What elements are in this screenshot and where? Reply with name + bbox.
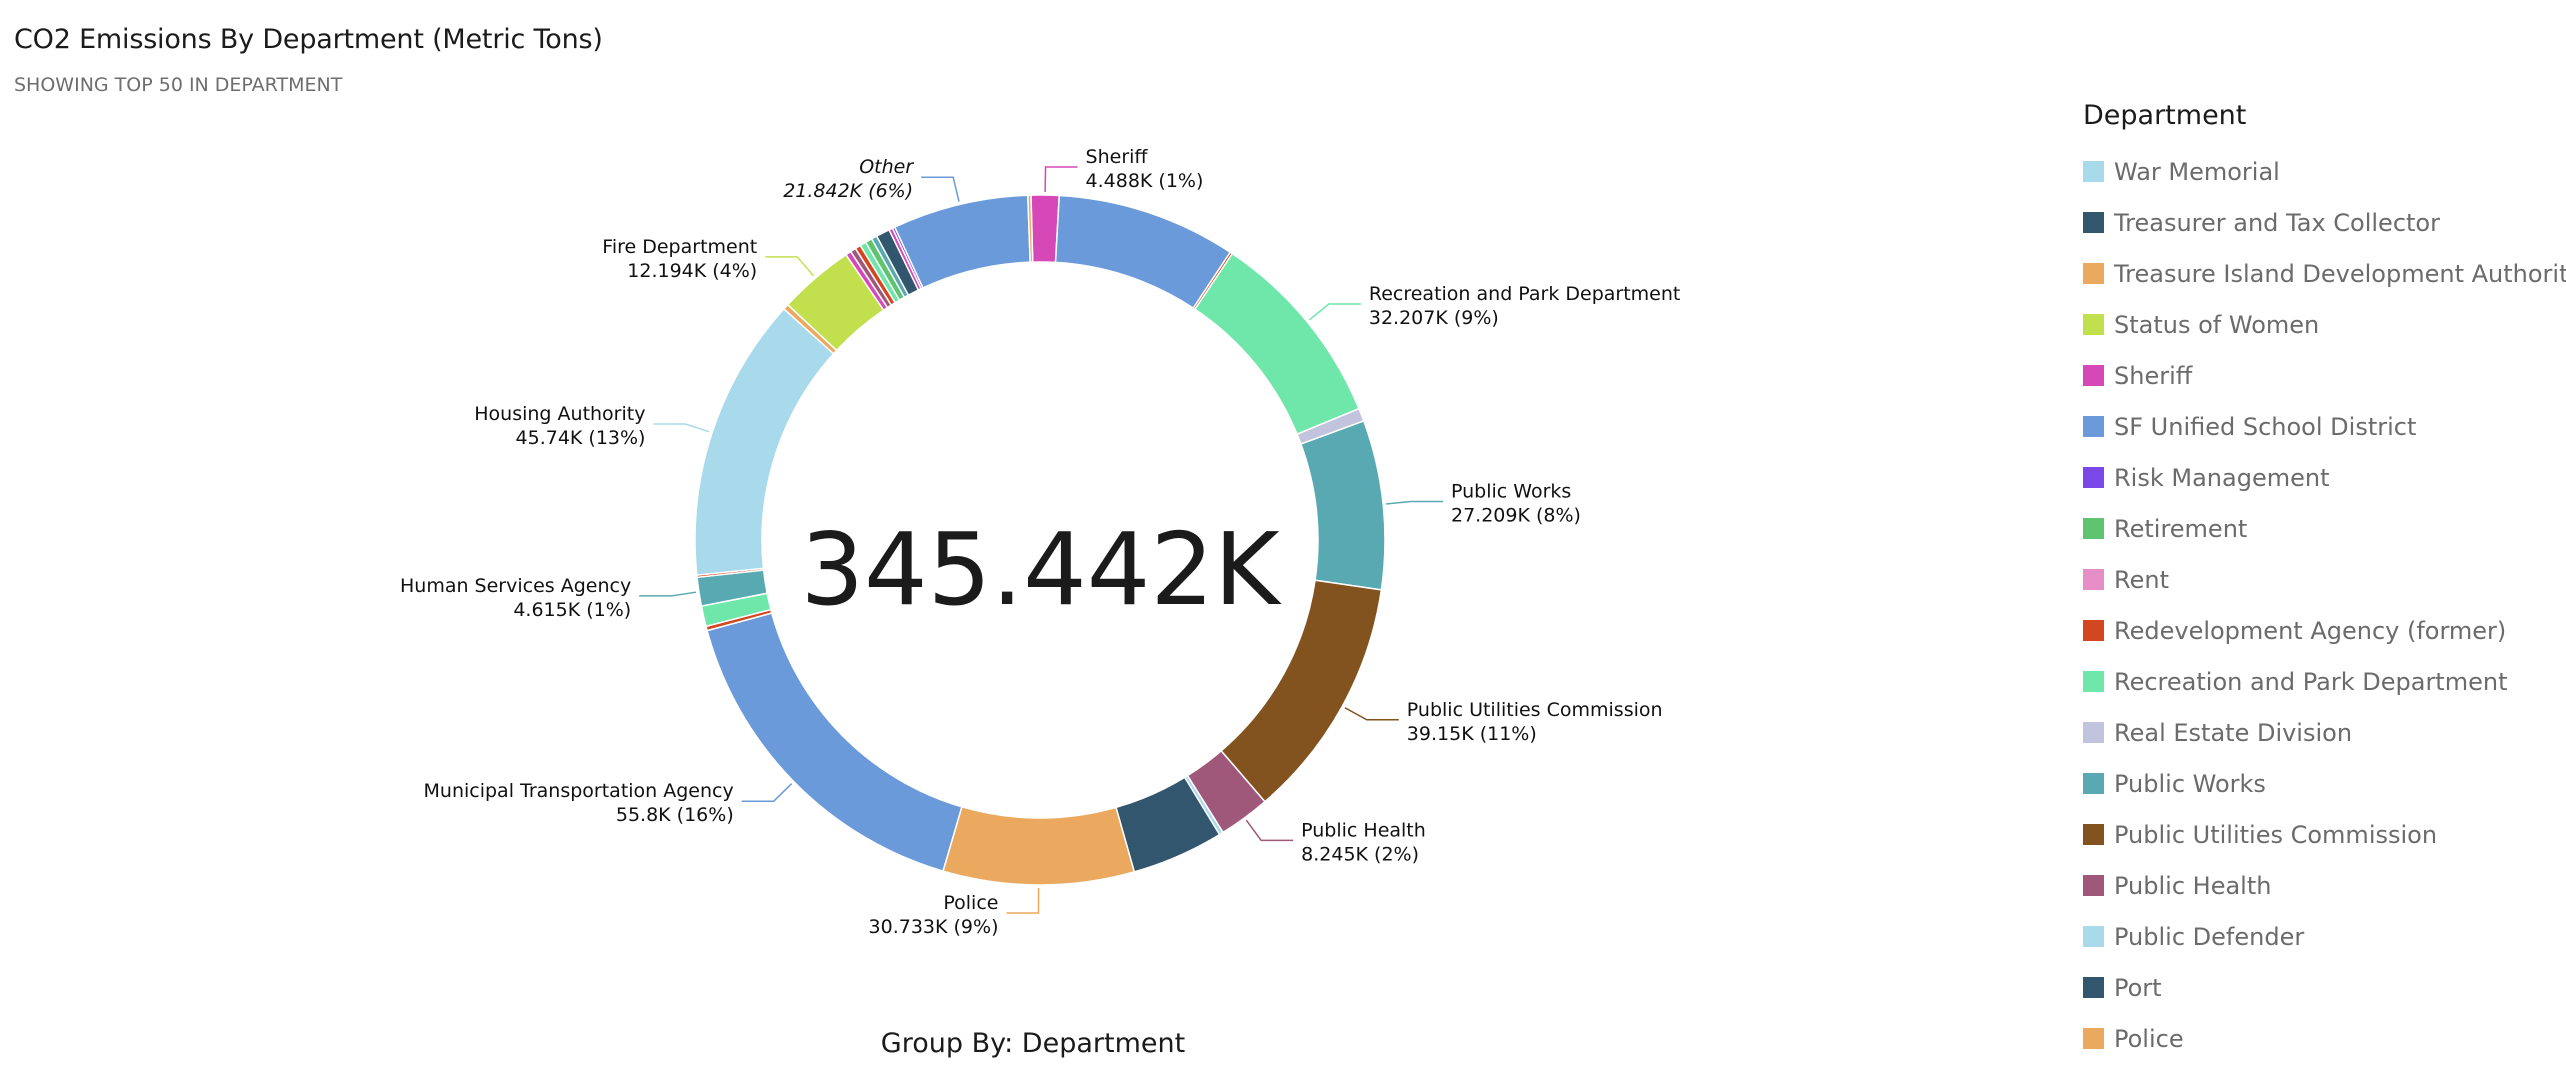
legend-label: Public Defender	[2114, 922, 2305, 951]
label-municipal-transportation-agency: Municipal Transportation Agency	[424, 780, 734, 802]
legend-label: Recreation and Park Department	[2114, 667, 2508, 696]
leader-public-works	[1386, 500, 1444, 505]
legend-item-risk-management[interactable]: Risk Management	[2083, 452, 2566, 503]
legend-item-recreation-and-park-department[interactable]: Recreation and Park Department	[2083, 656, 2566, 707]
value-label-municipal-transportation-agency: 55.8K (16%)	[616, 804, 734, 826]
label-recreation-and-park-department: Recreation and Park Department	[1369, 283, 1681, 305]
slice-police[interactable]	[942, 805, 1136, 886]
value-label-public-health: 8.245K (2%)	[1301, 843, 1419, 865]
label-police: Police	[943, 892, 998, 914]
value-label-public-utilities-commission: 39.15K (11%)	[1407, 723, 1537, 745]
value-label-fire-department: 12.194K (4%)	[627, 260, 757, 282]
legend-swatch	[2083, 416, 2104, 437]
legend-swatch	[2083, 467, 2104, 488]
legend-swatch	[2083, 212, 2104, 233]
legend-label: Risk Management	[2114, 463, 2330, 492]
legend-items: War Memorial Treasurer and Tax Collector T…	[2083, 146, 2566, 1064]
legend-item-public-defender[interactable]: Public Defender	[2083, 911, 2566, 962]
legend-swatch	[2083, 518, 2104, 539]
legend-item-port[interactable]: Port	[2083, 962, 2566, 1013]
leader-public-health	[1245, 819, 1294, 842]
legend-swatch	[2083, 1028, 2104, 1049]
legend-label: Public Works	[2114, 769, 2266, 798]
legend-swatch	[2083, 365, 2104, 386]
legend-title: Department	[2083, 100, 2247, 131]
legend-swatch	[2083, 824, 2104, 845]
slice-sheriff[interactable]	[1030, 194, 1061, 264]
leader-other	[921, 176, 960, 202]
legend-label: Redevelopment Agency (former)	[2114, 616, 2507, 645]
legend-label: Sheriff	[2114, 361, 2193, 390]
slice-municipal-transportation-agency[interactable]	[706, 612, 963, 873]
legend-item-redevelopment-agency-former[interactable]: Redevelopment Agency (former)	[2083, 605, 2566, 656]
legend-item-real-estate-division[interactable]: Real Estate Division	[2083, 707, 2566, 758]
legend-label: Rent	[2114, 565, 2169, 594]
leader-sheriff	[1044, 166, 1078, 193]
legend-label: Retirement	[2114, 514, 2248, 543]
label-public-utilities-commission: Public Utilities Commission	[1407, 699, 1663, 721]
label-housing-authority: Housing Authority	[474, 403, 645, 425]
label-sheriff: Sheriff	[1086, 146, 1149, 168]
legend-item-sf-unified-school-district[interactable]: SF Unified School District	[2083, 401, 2566, 452]
value-label-sheriff: 4.488K (1%)	[1086, 170, 1204, 192]
legend-swatch	[2083, 569, 2104, 590]
legend-item-rent[interactable]: Rent	[2083, 554, 2566, 605]
leader-public-utilities-commission	[1344, 707, 1399, 721]
legend-item-treasure-island-development-authority[interactable]: Treasure Island Development Authority	[2083, 248, 2566, 299]
legend-item-public-health[interactable]: Public Health	[2083, 860, 2566, 911]
value-label-human-services-agency: 4.615K (1%)	[513, 599, 631, 621]
leader-housing-authority	[653, 423, 710, 433]
legend-swatch	[2083, 875, 2104, 896]
value-label-recreation-and-park-department: 32.207K (9%)	[1369, 307, 1499, 329]
legend-label: Status of Women	[2114, 310, 2320, 339]
legend-swatch	[2083, 926, 2104, 947]
legend-label: War Memorial	[2114, 157, 2280, 186]
donut-total-value: 345.442K	[800, 511, 1282, 628]
legend-item-status-of-women[interactable]: Status of Women	[2083, 299, 2566, 350]
legend-label: Treasurer and Tax Collector	[2114, 208, 2440, 237]
legend-item-public-works[interactable]: Public Works	[2083, 758, 2566, 809]
legend-swatch	[2083, 161, 2104, 182]
legend-swatch	[2083, 773, 2104, 794]
legend-label: Treasure Island Development Authority	[2114, 259, 2566, 288]
legend-item-retirement[interactable]: Retirement	[2083, 503, 2566, 554]
group-by-label: Group By: Department	[880, 1028, 1186, 1059]
legend-label: Public Health	[2114, 871, 2272, 900]
leader-recreation-and-park-department	[1309, 303, 1361, 321]
legend-item-sheriff[interactable]: Sheriff	[2083, 350, 2566, 401]
slice-public-works[interactable]	[1299, 420, 1386, 591]
value-label-other: 21.842K (6%)	[783, 180, 913, 202]
legend-item-public-utilities-commission[interactable]: Public Utilities Commission	[2083, 809, 2566, 860]
legend-label: Port	[2114, 973, 2162, 1002]
label-public-works: Public Works	[1451, 480, 1571, 502]
legend-swatch	[2083, 620, 2104, 641]
slice-recreation-and-park-department[interactable]	[1193, 252, 1360, 436]
leader-fire-department	[765, 256, 815, 277]
label-fire-department: Fire Department	[602, 236, 757, 258]
label-human-services-agency: Human Services Agency	[400, 575, 631, 597]
legend-item-police[interactable]: Police	[2083, 1013, 2566, 1064]
legend-swatch	[2083, 977, 2104, 998]
value-label-public-works: 27.209K (8%)	[1451, 504, 1581, 526]
legend-label: Real Estate Division	[2114, 718, 2353, 747]
legend-item-treasurer-and-tax-collector[interactable]: Treasurer and Tax Collector	[2083, 197, 2566, 248]
legend-item-war-memorial[interactable]: War Memorial	[2083, 146, 2566, 197]
leader-police	[1006, 887, 1040, 914]
label-public-health: Public Health	[1301, 819, 1426, 841]
legend-swatch	[2083, 671, 2104, 692]
leader-human-services-agency	[639, 591, 697, 597]
legend: Department War Memorial Treasurer and Tax…	[2083, 100, 2566, 1072]
donut-chart: Sheriff4.488K (1%) Recreation and Park De…	[400, 146, 1681, 938]
legend-swatch	[2083, 722, 2104, 743]
legend-swatch	[2083, 314, 2104, 335]
label-other: Other	[859, 156, 914, 178]
legend-label: Public Utilities Commission	[2114, 820, 2438, 849]
legend-label: SF Unified School District	[2114, 412, 2417, 441]
legend-label: Police	[2114, 1024, 2184, 1053]
leader-municipal-transportation-agency	[741, 783, 793, 802]
legend-swatch	[2083, 263, 2104, 284]
value-label-police: 30.733K (9%)	[869, 916, 999, 938]
value-label-housing-authority: 45.74K (13%)	[516, 427, 646, 449]
